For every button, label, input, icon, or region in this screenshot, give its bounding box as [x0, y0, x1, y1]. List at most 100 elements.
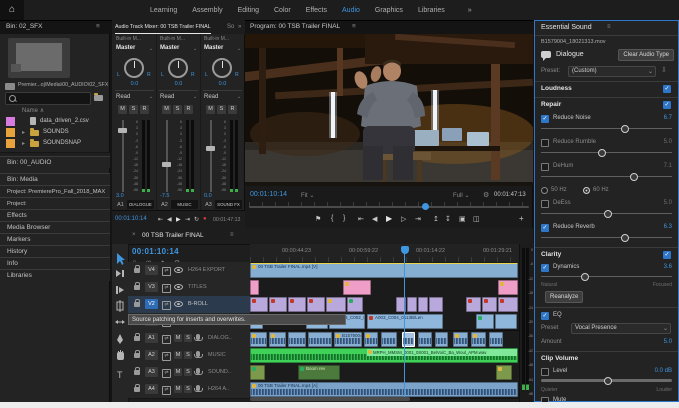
loudness-checkbox[interactable]: ✓	[663, 85, 671, 93]
sync-lock-icon[interactable]: ⇌	[162, 352, 171, 361]
fader-db-value[interactable]: 3.0	[116, 193, 124, 199]
clip-dialogue[interactable]	[489, 332, 503, 347]
timeline-playhead-timecode[interactable]: 00:01:10:14	[132, 247, 179, 256]
add-marker-icon[interactable]: ⚑	[315, 215, 321, 223]
track-header-a4[interactable]: A4 ⇌ M S H264 A..	[128, 381, 250, 399]
workspace-tab-editing[interactable]: Editing	[238, 7, 259, 14]
preset-select[interactable]: (Custom)⌄	[568, 66, 656, 77]
clip-dialogue[interactable]	[471, 332, 486, 347]
clip-dialogue[interactable]	[364, 332, 378, 347]
zoom-level-select[interactable]: Fit ⌄	[301, 192, 314, 199]
home-icon[interactable]: ⌂	[0, 0, 24, 20]
solo-button[interactable]: S	[184, 334, 192, 342]
voiceover-mic-icon[interactable]	[196, 334, 200, 340]
fader-db-value[interactable]: -7.5	[160, 193, 169, 199]
eq-checkbox[interactable]: ✓	[541, 312, 549, 320]
panel-tab-project-nab[interactable]: Project: PremierePro_NAB2018_h264_1	[0, 197, 110, 209]
solo-button[interactable]: S	[173, 105, 182, 114]
automation-mode-select[interactable]: Read	[116, 94, 130, 100]
lock-icon[interactable]	[134, 285, 140, 290]
track-name[interactable]: TITLES	[188, 284, 207, 290]
mute-button[interactable]: M	[206, 105, 215, 114]
dehum-value[interactable]: 7.1	[664, 163, 672, 169]
track-header-a1[interactable]: A1 ⇌ M S DIALOG..	[128, 330, 250, 348]
expand-icon[interactable]: ▸	[22, 140, 25, 147]
volume-fader-track[interactable]	[210, 120, 212, 192]
hz60-radio[interactable]	[583, 187, 590, 194]
lock-icon[interactable]	[134, 353, 140, 358]
output-select[interactable]: Master	[160, 45, 179, 51]
lock-icon[interactable]	[134, 336, 140, 341]
workspace-tab-audio[interactable]: Audio	[342, 7, 360, 14]
mark-out-icon[interactable]: }	[343, 215, 345, 222]
clip-broll[interactable]	[498, 297, 518, 312]
track-name[interactable]: DIALOG..	[208, 335, 232, 341]
clip-broll[interactable]	[418, 297, 428, 312]
bin-item-label[interactable]: SOUNDSNAP	[43, 140, 81, 146]
clarity-checkbox[interactable]: ✓	[663, 251, 671, 259]
volume-fader-handle[interactable]	[206, 146, 215, 151]
clip-sfx[interactable]	[250, 365, 265, 380]
record-arm-button[interactable]: R	[184, 105, 193, 114]
track-name[interactable]: H264 EXPORT	[188, 267, 225, 273]
lock-icon[interactable]	[134, 268, 140, 273]
button-editor-plus-icon[interactable]: +	[519, 214, 524, 223]
clip-broll[interactable]	[429, 297, 443, 312]
razor-tool[interactable]	[117, 300, 123, 312]
track-target-a4[interactable]: A4	[145, 384, 158, 394]
clip-dialogue[interactable]	[308, 332, 332, 347]
toggle-track-output-icon[interactable]	[174, 301, 183, 307]
mute-button[interactable]: M	[118, 105, 127, 114]
clear-audio-type-button[interactable]: Clear Audio Type	[618, 49, 674, 61]
play-icon[interactable]: ▶	[386, 214, 392, 223]
mute-button[interactable]: M	[174, 351, 182, 359]
track-select-forward-tool[interactable]	[116, 270, 124, 277]
reduce-noise-slider[interactable]	[541, 128, 672, 129]
program-panel-tab[interactable]: Program: 00 TSB Trailer FINAL	[250, 20, 340, 34]
panel-tab-markers[interactable]: Markers	[0, 233, 110, 245]
essential-sound-panel-tab[interactable]: Essential Sound	[541, 24, 592, 31]
workspace-tab-libraries[interactable]: Libraries	[418, 7, 445, 14]
lock-icon[interactable]	[134, 387, 140, 392]
reduce-rumble-value[interactable]: 5.0	[664, 139, 672, 145]
track-name-field[interactable]: DIALOGUE	[127, 200, 154, 209]
panel-tab-history[interactable]: History	[0, 245, 110, 257]
selection-tool[interactable]	[117, 253, 125, 265]
save-preset-icon[interactable]: ⇩	[661, 66, 667, 74]
track-name[interactable]: SOUND..	[208, 369, 231, 375]
record-arm-button[interactable]: R	[228, 105, 237, 114]
go-to-out-icon[interactable]: ⇥	[185, 216, 190, 223]
track-target-a3[interactable]: A3	[145, 367, 158, 377]
dynamics-value[interactable]: 3.6	[664, 264, 672, 270]
panel-tab-project-fall[interactable]: Project: PremierePro_Fall_2018_MAX	[0, 185, 110, 197]
panel-tab-bin-00-audio[interactable]: Bin: 00_AUDIO	[0, 156, 110, 168]
type-tool[interactable]: T	[117, 370, 123, 380]
mute-button[interactable]: M	[174, 385, 182, 393]
pan-knob[interactable]	[212, 58, 232, 78]
panel-tab-libraries[interactable]: Libraries	[0, 269, 110, 281]
timeline-ruler[interactable]: 00:00:44:23 00:00:59:22 00:01:14:22 00:0…	[250, 244, 519, 263]
volume-fader-handle[interactable]	[162, 162, 171, 167]
input-select[interactable]: Built-in M...	[116, 36, 141, 42]
track-name-field[interactable]: MUSIC	[171, 200, 198, 209]
voiceover-mic-icon[interactable]	[196, 368, 200, 374]
label-color-chip[interactable]	[6, 139, 15, 148]
reduce-rumble-slider[interactable]	[541, 152, 672, 153]
clip-dialogue[interactable]	[288, 332, 306, 347]
clip-dialogue[interactable]	[250, 332, 267, 347]
workspace-tab-color[interactable]: Color	[274, 7, 291, 14]
workspace-tab-assembly[interactable]: Assembly	[192, 7, 222, 14]
new-bin-icon[interactable]	[94, 93, 105, 102]
panel-tab-info[interactable]: Info	[0, 257, 110, 269]
bin-panel-tab[interactable]: Bin: 02_SFX	[6, 20, 43, 34]
volume-fader-handle[interactable]	[118, 128, 127, 133]
clip-broll[interactable]	[307, 297, 325, 312]
solo-button[interactable]: S	[184, 351, 192, 359]
eq-preset-select[interactable]: Vocal Presence⌄	[571, 323, 671, 334]
clip-bcamera[interactable]	[476, 314, 494, 329]
sync-lock-icon[interactable]: ⇌	[162, 386, 171, 395]
timeline-sequence-tab[interactable]: 00 TSB Trailer FINAL	[142, 232, 204, 239]
level-slider[interactable]	[541, 379, 672, 382]
pan-knob[interactable]	[168, 58, 188, 78]
input-select[interactable]: Built-in M...	[204, 36, 229, 42]
